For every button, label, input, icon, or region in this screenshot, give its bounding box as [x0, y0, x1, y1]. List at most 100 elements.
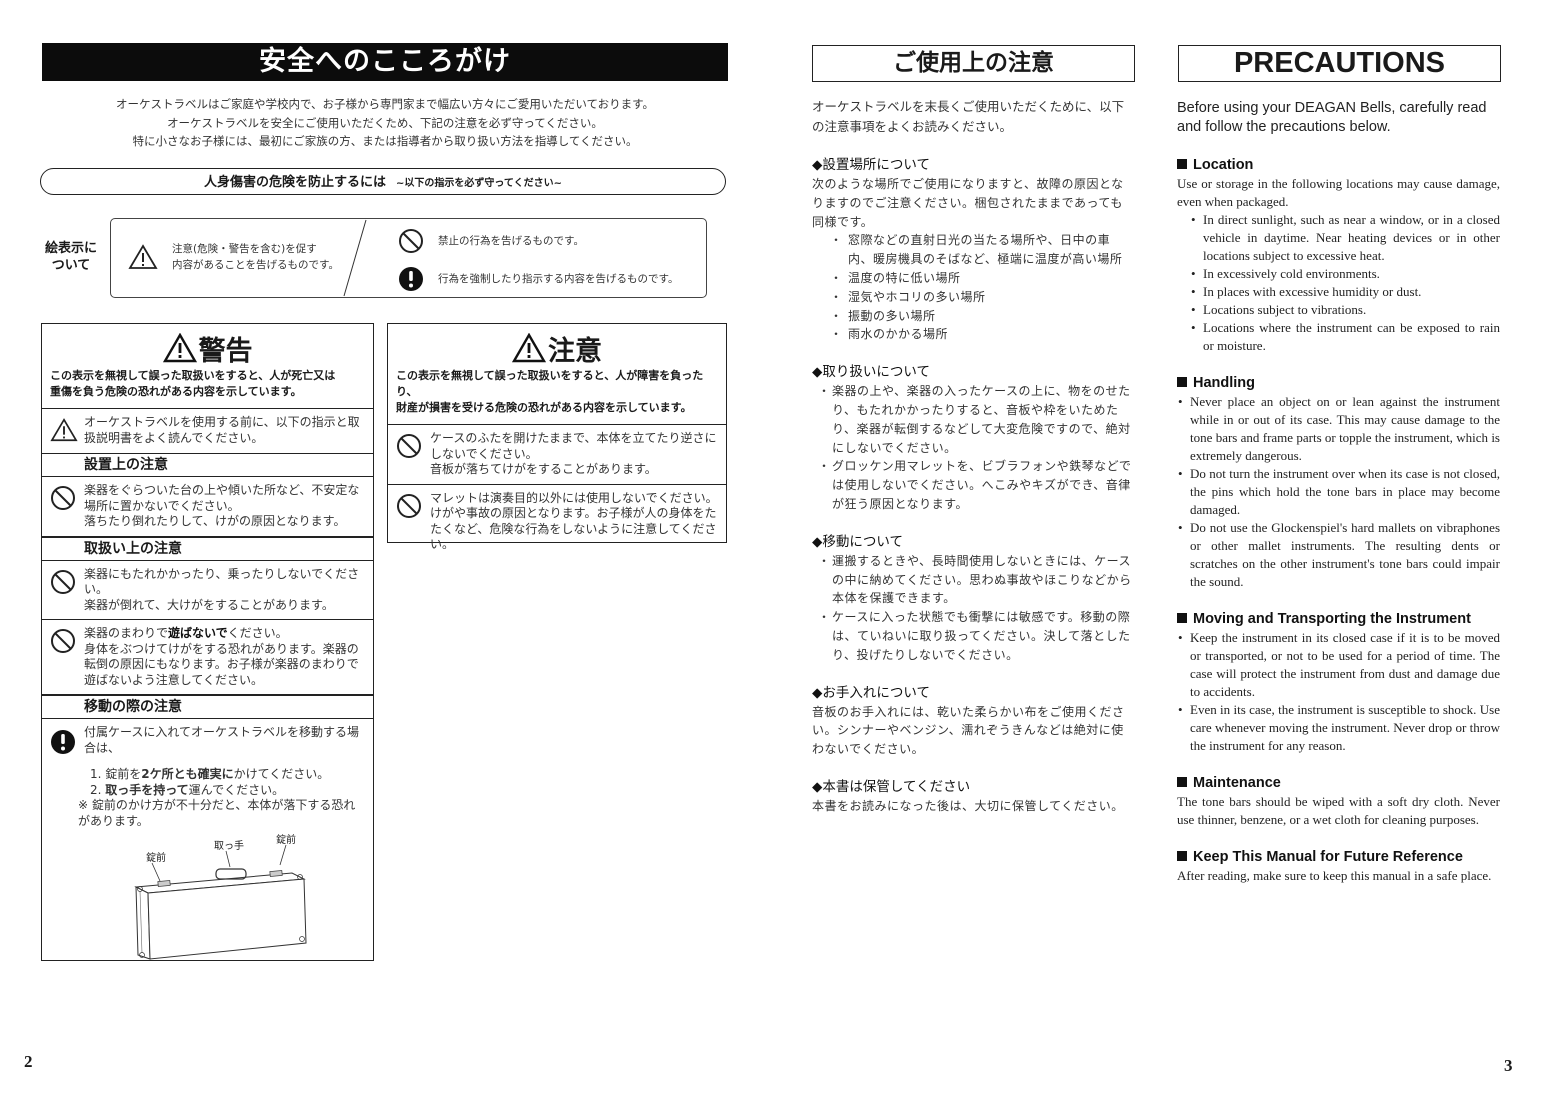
safety-banner-title: 安全へのこころがけ — [42, 43, 728, 81]
warning-desc-line: 重傷を負う危険の恐れがある内容を示しています。 — [50, 385, 302, 398]
list-item: ケースに入った状態でも衝撃には敏感です。移動の際は、ていねいに取り扱ってください… — [812, 608, 1134, 664]
jp-title-box: ご使用上の注意 — [812, 45, 1135, 82]
jp-heading-handling: ◆取り扱いについて — [812, 364, 930, 381]
legend-caution-text: 注意(危険・警告を含む)を促す — [172, 243, 317, 255]
legend-mandatory: 行為を強制したり指示する内容を告げるものです。 — [398, 266, 678, 292]
exclamation-circle-icon — [399, 267, 423, 291]
list-item: Never place an object on or lean against… — [1177, 393, 1500, 465]
warning-box-title: 警告 — [198, 335, 253, 367]
jp-lead: オーケストラベルを末長くご使用いただくために、以下の注意事項をよくお読みください… — [812, 99, 1125, 134]
caution-box-title-row: 注意 — [396, 330, 718, 367]
caution-desc-line: 財産が損害を受ける危険の恐れがある内容を示しています。 — [396, 401, 692, 414]
prohibition-circle-icon — [397, 434, 421, 458]
list-item: Even in its case, the instrument is susc… — [1177, 701, 1500, 755]
list-item: 温度の特に低い場所 — [824, 269, 1134, 288]
section-moving-heading: 移動の際の注意 — [42, 695, 373, 719]
list-item: Keep the instrument in its closed case i… — [1177, 629, 1500, 701]
list-item: In places with excessive humidity or dus… — [1190, 283, 1500, 301]
warning-triangle-icon — [162, 333, 197, 363]
square-bullet-icon — [1177, 777, 1187, 787]
jp-moving-list: 運搬するときや、長時間使用しないときには、ケースの中に納めてください。思わぬ事故… — [812, 552, 1134, 665]
list-item: 湿気やホコリの多い場所 — [824, 288, 1134, 307]
jp-location-text: 次のような場所でご使用になりますと、故障の原因となりますのでご注意ください。梱包… — [812, 177, 1124, 229]
jp-heading-moving: ◆移動について — [812, 533, 903, 550]
en-lead: Before using your DEAGAN Bells, carefull… — [1177, 100, 1487, 135]
list-item: Do not turn the instrument over when its… — [1177, 465, 1500, 519]
en-heading-location: Location — [1177, 155, 1500, 175]
page-number-left: 2 — [24, 1052, 33, 1071]
jp-handling-list: 楽器の上や、楽器の入ったケースの上に、物をのせたり、もたれかかったりすると、音板… — [812, 382, 1134, 514]
section-installation-heading: 設置上の注意 — [42, 454, 373, 477]
legend-mandatory-text: 行為を強制したり指示する内容を告げるものです。 — [438, 273, 679, 285]
caution-text: ケースのふたを開けたままで、本体を立てたり逆さにしないでください。 — [430, 431, 717, 461]
handling-text: 身体をぶつけてけがをする恐れがあります。楽器の転倒の原因にもなります。お子様が楽… — [84, 641, 359, 687]
square-bullet-icon — [1177, 159, 1187, 169]
prohibition-circle-icon — [399, 229, 423, 253]
prohibition-circle-icon — [51, 569, 75, 594]
en-maintenance-text: The tone bars should be wiped with a sof… — [1177, 794, 1500, 827]
carrying-case-icon — [134, 844, 307, 960]
list-item: Locations where the instrument can be ex… — [1190, 319, 1500, 355]
injury-banner-main: 人身傷害の危険を防止するには — [204, 175, 387, 190]
heading-text: Maintenance — [1193, 775, 1281, 791]
en-location-list: In direct sunlight, such as near a windo… — [1190, 211, 1500, 355]
en-moving-list: Keep the instrument in its closed case i… — [1177, 629, 1500, 755]
legend-label: 絵表示に ついて — [44, 240, 98, 274]
list-item: 楽器の上や、楽器の入ったケースの上に、物をのせたり、もたれかかったりすると、音板… — [812, 382, 1134, 457]
warning-box-header: 警告 この表示を無視して誤った取扱いをすると、人が死亡又は 重傷を負う危険の恐れ… — [42, 324, 373, 409]
list-item: 窓際などの直射日光の当たる場所や、日中の車内、暖房機具のそばなど、極端に温度が高… — [824, 231, 1134, 269]
jp-heading-maintenance: ◆お手入れについて — [812, 684, 930, 701]
jp-heading-location: ◆設置場所について — [812, 157, 930, 173]
heading-text: Location — [1193, 157, 1254, 173]
page-number-right: 3 — [1504, 1056, 1513, 1075]
warning-intro-row: オーケストラベルを使用する前に、以下の指示と取扱説明書をよく読んでください。 — [42, 409, 373, 454]
jp-keep-manual-text: 本書をお読みになった後は、大切に保管してください。 — [812, 798, 1124, 813]
moving-intro-text: 付属ケースに入れてオーケストラベルを移動する場合は、 — [84, 725, 360, 755]
installation-text: 楽器をぐらついた台の上や傾いた所など、不安定な場所に置かないでください。 — [84, 483, 360, 513]
exclamation-circle-icon — [51, 730, 75, 754]
caution-desc-line: この表示を無視して誤った取扱いをすると、人が障害を負ったり、 — [396, 369, 704, 398]
heading-text: Keep This Manual for Future Reference — [1193, 849, 1463, 865]
legend-prohibited: 禁止の行為を告げるものです。 — [398, 228, 584, 254]
emphasis-text: 遊ばないで — [168, 626, 228, 640]
legend-caution: 注意(危険・警告を含む)を促す 内容があることを告げるものです。 — [128, 241, 339, 273]
injury-prevention-banner: 人身傷害の危険を防止するには ~以下の指示を必ず守ってください~ — [40, 168, 726, 195]
en-location-text: Use or storage in the following location… — [1177, 176, 1500, 209]
square-bullet-icon — [1177, 613, 1187, 623]
step-1: 1. 錠前を2ケ所とも確実にかけてください。 — [90, 767, 365, 783]
prohibition-circle-icon — [51, 629, 75, 653]
moving-steps: 1. 錠前を2ケ所とも確実にかけてください。 2. 取っ手を持って運んでください… — [50, 767, 365, 829]
text-span: ください。 — [227, 626, 288, 640]
list-item: In excessively cold environments. — [1190, 265, 1500, 283]
warning-triangle-icon — [50, 418, 78, 442]
handling-text: 楽器のまわりで遊ばないでください。 — [84, 626, 365, 642]
text-span: 2. — [90, 782, 106, 797]
jp-maintenance-text: 音板のお手入れには、乾いた柔らかい布をご使用ください。シンナーやベンジン、濡れぞ… — [812, 704, 1125, 757]
caution-box-description: この表示を無視して誤った取扱いをすると、人が障害を負ったり、 財産が損害を受ける… — [396, 368, 718, 416]
caution-row: ケースのふたを開けたままで、本体を立てたり逆さにしないでください。 音板が落ちて… — [388, 425, 726, 485]
safety-intro: オーケストラベルはご家庭や学校内で、お子様から専門家まで幅広い方々にご愛用いただ… — [42, 95, 728, 151]
moving-row: 付属ケースに入れてオーケストラベルを移動する場合は、 1. 錠前を2ケ所とも確実… — [42, 719, 373, 975]
handling-row: 楽器にもたれかかったり、乗ったりしないでください。 楽器が倒れて、大けがをするこ… — [42, 561, 373, 620]
caution-box: 注意 この表示を無視して誤った取扱いをすると、人が障害を負ったり、 財産が損害を… — [387, 323, 727, 551]
text-span: 運んでください。 — [188, 782, 285, 797]
en-heading-keep-manual: Keep This Manual for Future Reference — [1177, 847, 1500, 867]
jp-location-list: 窓際などの直射日光の当たる場所や、日中の車内、暖房機具のそばなど、極端に温度が高… — [824, 231, 1134, 344]
list-item: Locations subject to vibrations. — [1190, 301, 1500, 319]
list-item: In direct sunlight, such as near a windo… — [1190, 211, 1500, 265]
en-precautions-column: Before using your DEAGAN Bells, carefull… — [1177, 99, 1500, 885]
prohibition-circle-icon — [397, 493, 421, 518]
caution-box-title: 注意 — [548, 335, 602, 367]
intro-line: オーケストラベルはご家庭や学校内で、お子様から専門家まで幅広い方々にご愛用いただ… — [116, 97, 654, 111]
legend-caution-text: 内容があることを告げるものです。 — [172, 259, 339, 271]
moving-note: ※ 錠前のかけ方が不十分だと、本体が落下する恐れがあります。 — [78, 798, 356, 828]
installation-text: 落ちたり倒れたりして、けがの原因となります。 — [84, 514, 346, 528]
warning-box-title-row: 警告 — [50, 330, 365, 367]
caution-box-header: 注意 この表示を無視して誤った取扱いをすると、人が障害を負ったり、 財産が損害を… — [388, 324, 726, 425]
list-item: Do not use the Glockenspiel's hard malle… — [1177, 519, 1500, 591]
en-heading-maintenance: Maintenance — [1177, 773, 1500, 793]
text-span: 楽器のまわりで — [84, 626, 169, 640]
handling-row: 楽器のまわりで遊ばないでください。 身体をぶつけてけがをする恐れがあります。楽器… — [42, 620, 373, 695]
caution-row: マレットは演奏目的以外には使用しないでください。けがや事故の原因となります。お子… — [388, 485, 726, 559]
warning-triangle-icon — [128, 244, 158, 269]
